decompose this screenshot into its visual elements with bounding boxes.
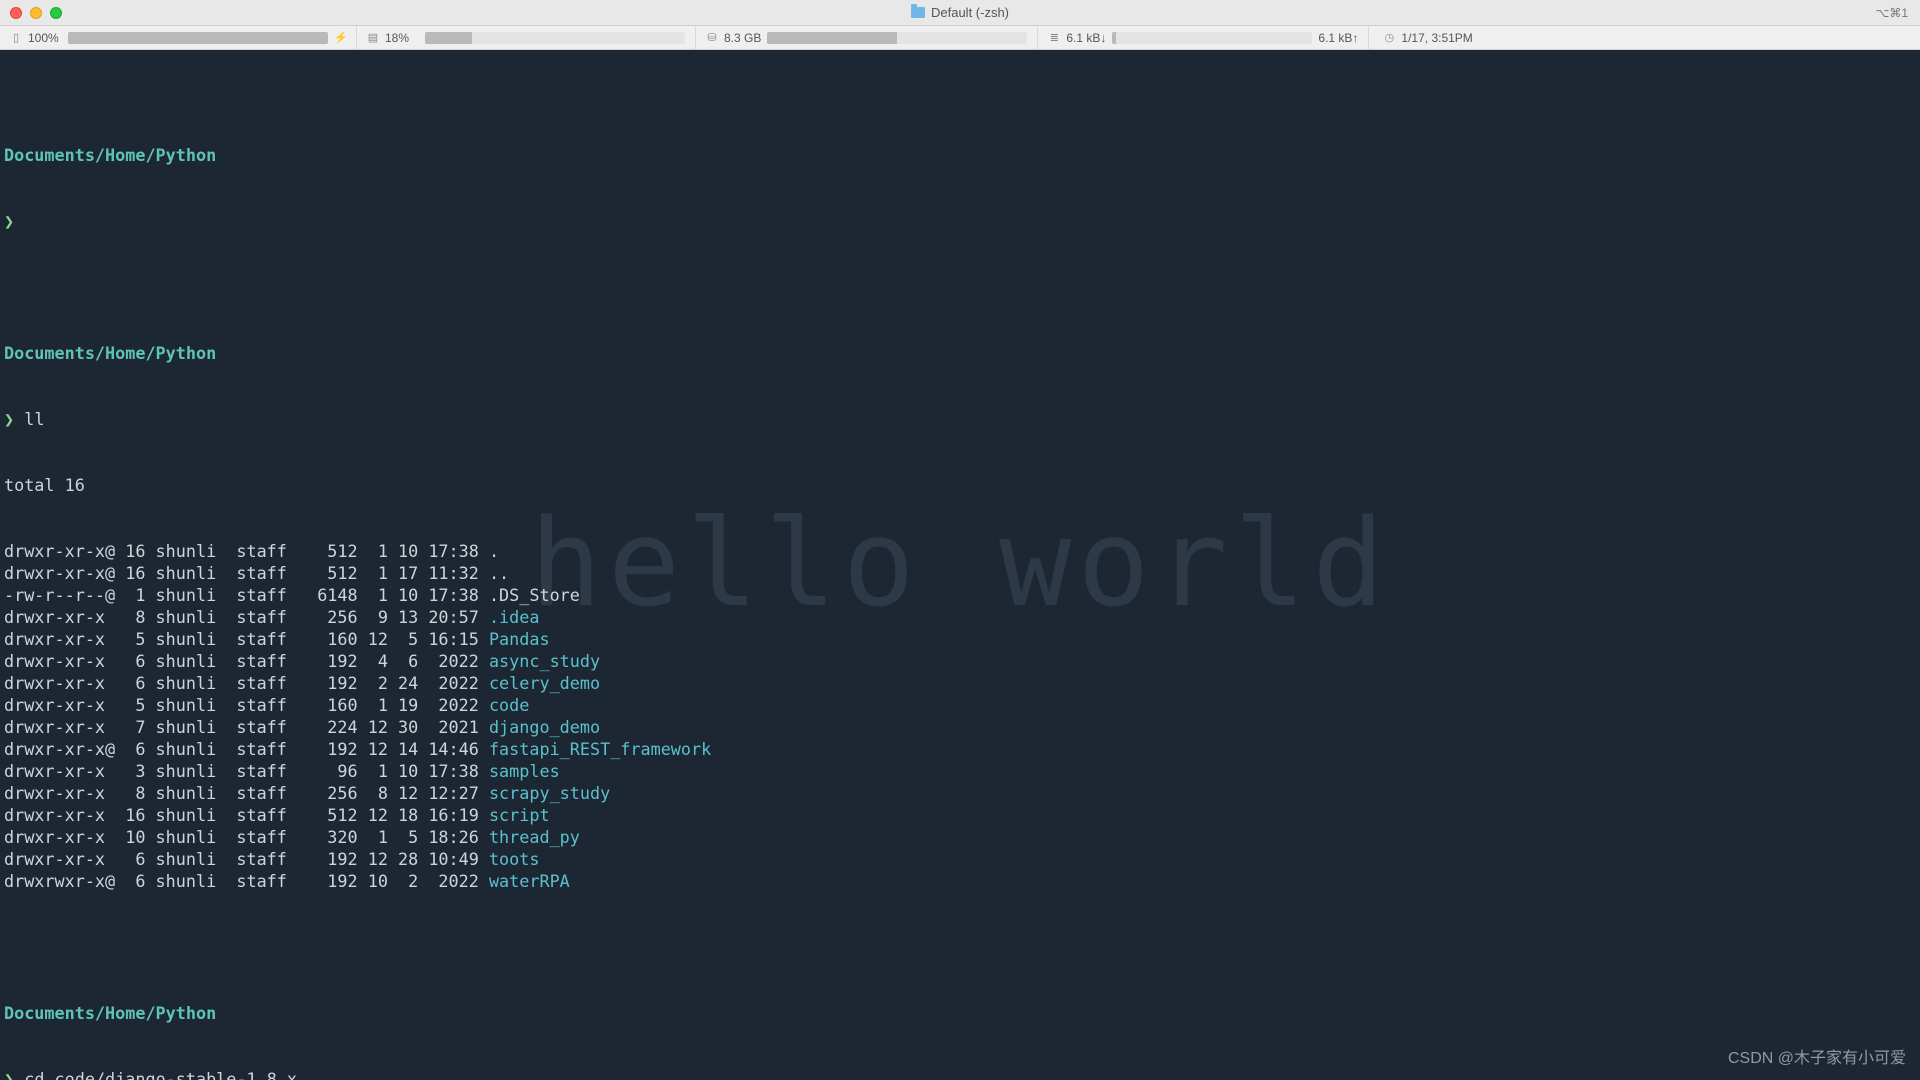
- ll-total: total 16: [4, 474, 1916, 496]
- ll-row: drwxr-xr-x 10 shunli staff 320 1 5 18:26…: [4, 826, 1916, 848]
- close-icon[interactable]: [10, 7, 22, 19]
- ll-row: drwxr-xr-x 8 shunli staff 256 9 13 20:57…: [4, 606, 1916, 628]
- window-shortcut: ⌥⌘1: [1875, 6, 1908, 20]
- ll-row: drwxr-xr-x 6 shunli staff 192 12 28 10:4…: [4, 848, 1916, 870]
- prompt-path: Documents/Home/Python: [4, 145, 216, 165]
- ll-row: drwxr-xr-x 6 shunli staff 192 2 24 2022 …: [4, 672, 1916, 694]
- terminal[interactable]: hello world Documents/Home/Python ❯ Docu…: [0, 50, 1920, 1080]
- ll-row: drwxr-xr-x 16 shunli staff 512 12 18 16:…: [4, 804, 1916, 826]
- battery-icon: ▯: [10, 31, 22, 44]
- titlebar: Default (-zsh) ⌥⌘1: [0, 0, 1920, 26]
- memory-bar: [767, 32, 1027, 44]
- status-battery: ▯ 100% ⚡: [0, 26, 357, 49]
- ll-row: drwxr-xr-x@ 6 shunli staff 192 12 14 14:…: [4, 738, 1916, 760]
- ll-row: drwxr-xr-x 5 shunli staff 160 1 19 2022 …: [4, 694, 1916, 716]
- file-name: .DS_Store: [489, 585, 580, 605]
- terminal-window: Default (-zsh) ⌥⌘1 ▯ 100% ⚡ ▤ 18% ⛁ 8.3 …: [0, 0, 1920, 1080]
- scrollbar[interactable]: [1909, 50, 1919, 1080]
- file-name: ..: [489, 563, 509, 583]
- battery-bar: [68, 32, 328, 44]
- zoom-icon[interactable]: [50, 7, 62, 19]
- csdn-watermark: CSDN @木子家有小可爱: [1728, 1048, 1906, 1070]
- file-name: waterRPA: [489, 871, 570, 891]
- cpu-icon: ▤: [367, 31, 379, 44]
- file-name: code: [489, 695, 529, 715]
- file-name: scrapy_study: [489, 783, 610, 803]
- battery-value: 100%: [28, 31, 62, 45]
- prompt-symbol: ❯: [4, 1069, 14, 1080]
- statusbar: ▯ 100% ⚡ ▤ 18% ⛁ 8.3 GB ≣ 6.1 kB↓ 6.1 kB…: [0, 26, 1920, 50]
- bolt-icon: ⚡: [334, 31, 346, 44]
- memory-value: 8.3 GB: [724, 31, 761, 45]
- window-title-text: Default (-zsh): [931, 5, 1009, 20]
- minimize-icon[interactable]: [30, 7, 42, 19]
- file-name: Pandas: [489, 629, 550, 649]
- net-up-value: 6.1 kB↑: [1318, 31, 1358, 45]
- ll-row: drwxr-xr-x 5 shunli staff 160 12 5 16:15…: [4, 628, 1916, 650]
- file-name: script: [489, 805, 550, 825]
- memory-icon: ⛁: [706, 31, 718, 44]
- file-name: fastapi_REST_framework: [489, 739, 711, 759]
- net-down-value: 6.1 kB↓: [1066, 31, 1106, 45]
- prompt-symbol: ❯: [4, 211, 14, 231]
- folder-icon: [911, 7, 925, 18]
- command-text: ll: [24, 409, 44, 429]
- ll-row: drwxr-xr-x 3 shunli staff 96 1 10 17:38 …: [4, 760, 1916, 782]
- prompt-symbol: ❯: [4, 409, 14, 429]
- net-bar: [1112, 32, 1312, 44]
- window-title: Default (-zsh): [0, 5, 1920, 20]
- ll-row: drwxr-xr-x 8 shunli staff 256 8 12 12:27…: [4, 782, 1916, 804]
- file-name: thread_py: [489, 827, 580, 847]
- clock-value: 1/17, 3:51PM: [1401, 31, 1472, 45]
- clock-icon: ◷: [1383, 31, 1395, 44]
- ll-output: drwxr-xr-x@ 16 shunli staff 512 1 10 17:…: [4, 540, 1916, 892]
- ll-row: drwxr-xr-x 7 shunli staff 224 12 30 2021…: [4, 716, 1916, 738]
- command-text: cd: [24, 1069, 54, 1080]
- net-icon: ≣: [1048, 31, 1060, 44]
- file-name: .idea: [489, 607, 540, 627]
- status-clock: ◷ 1/17, 3:51PM: [1369, 26, 1486, 49]
- file-name: celery_demo: [489, 673, 600, 693]
- status-memory: ⛁ 8.3 GB: [696, 26, 1038, 49]
- status-net-down: ≣ 6.1 kB↓ 6.1 kB↑: [1038, 26, 1369, 49]
- ll-row: drwxr-xr-x@ 16 shunli staff 512 1 10 17:…: [4, 540, 1916, 562]
- traffic-lights: [10, 7, 62, 19]
- ll-row: -rw-r--r--@ 1 shunli staff 6148 1 10 17:…: [4, 584, 1916, 606]
- file-name: .: [489, 541, 499, 561]
- cpu-bar: [425, 32, 685, 44]
- file-name: async_study: [489, 651, 600, 671]
- file-name: samples: [489, 761, 560, 781]
- file-name: toots: [489, 849, 540, 869]
- prompt-path: Documents/Home/Python: [4, 1003, 216, 1023]
- ll-row: drwxrwxr-x@ 6 shunli staff 192 10 2 2022…: [4, 870, 1916, 892]
- ll-row: drwxr-xr-x 6 shunli staff 192 4 6 2022 a…: [4, 650, 1916, 672]
- cpu-value: 18%: [385, 31, 419, 45]
- file-name: django_demo: [489, 717, 600, 737]
- ll-row: drwxr-xr-x@ 16 shunli staff 512 1 17 11:…: [4, 562, 1916, 584]
- prompt-path: Documents/Home/Python: [4, 343, 216, 363]
- status-cpu: ▤ 18%: [357, 26, 696, 49]
- command-path: code/django-stable-1.8.x: [55, 1069, 297, 1080]
